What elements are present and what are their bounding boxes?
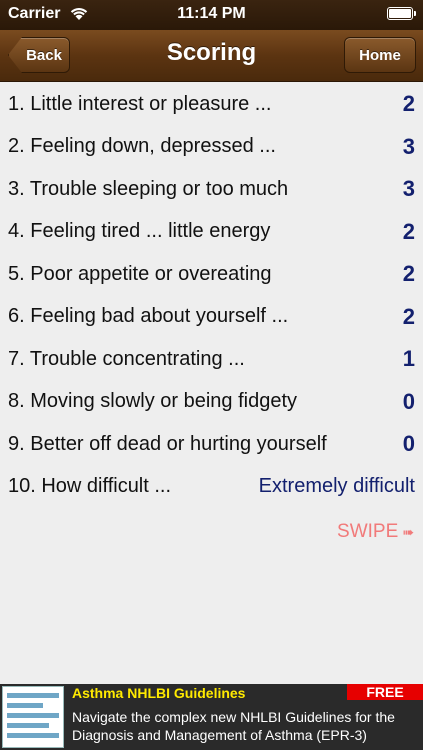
question-label: 9. Better off dead or hurting yourself (8, 432, 327, 455)
score-row: 4. Feeling tired ... little energy 2 (0, 211, 423, 254)
score-value: 2 (402, 261, 415, 287)
thumbnail-row (7, 703, 43, 708)
ad-banner[interactable]: Asthma NHLBI Guidelines FREE Navigate th… (0, 684, 423, 750)
question-label: 2. Feeling down, depressed ... (8, 135, 276, 158)
score-value: 0 (402, 431, 415, 457)
score-value: 2 (402, 303, 415, 329)
swipe-hint[interactable]: SWIPE ➠ (337, 521, 414, 543)
question-label: 5. Poor appetite or overeating (8, 262, 272, 285)
navigation-bar: Back Scoring Home (0, 30, 423, 82)
arrow-right-icon: ➠ (402, 523, 414, 540)
score-value: 2 (402, 218, 415, 244)
swipe-label: SWIPE (337, 521, 399, 542)
question-label: 6. Feeling bad about yourself ... (8, 305, 289, 328)
status-bar: Carrier 11:14 PM (0, 0, 423, 30)
score-row: 7. Trouble concentrating ... 1 (0, 338, 423, 381)
status-time: 11:14 PM (177, 5, 246, 22)
score-row: 10. How difficult ... Extremely difficul… (0, 466, 423, 509)
ad-thumbnail-image (2, 686, 64, 748)
score-list: 1. Little interest or pleasure ... 2 2. … (0, 83, 423, 508)
question-label: 3. Trouble sleeping or too much (8, 177, 289, 200)
thumbnail-row (7, 693, 59, 698)
ad-title: Asthma NHLBI Guidelines (72, 685, 246, 701)
score-value: 0 (402, 388, 415, 414)
score-value: 1 (402, 346, 415, 372)
thumbnail-row (7, 733, 59, 738)
question-label: 7. Trouble concentrating ... (8, 347, 245, 370)
score-row: 5. Poor appetite or overeating 2 (0, 253, 423, 296)
home-button[interactable]: Home (344, 37, 416, 73)
score-row: 6. Feeling bad about yourself ... 2 (0, 296, 423, 339)
battery-icon (387, 7, 416, 20)
question-label: 1. Little interest or pleasure ... (8, 92, 272, 115)
question-label: 10. How difficult ... (8, 475, 172, 498)
score-row: 9. Better off dead or hurting yourself 0 (0, 423, 423, 466)
score-value: 3 (402, 176, 415, 202)
score-row: 1. Little interest or pleasure ... 2 (0, 83, 423, 126)
free-badge: FREE (347, 684, 423, 700)
thumbnail-row (7, 713, 59, 718)
score-row: 8. Moving slowly or being fidgety 0 (0, 381, 423, 424)
score-value: 2 (402, 91, 415, 117)
thumbnail-row (7, 723, 49, 728)
score-value: 3 (402, 133, 415, 159)
question-label: 8. Moving slowly or being fidgety (8, 390, 298, 413)
score-row: 3. Trouble sleeping or too much 3 (0, 168, 423, 211)
difficulty-value: Extremely difficult (258, 475, 415, 498)
score-row: 2. Feeling down, depressed ... 3 (0, 126, 423, 169)
ad-description: Navigate the complex new NHLBI Guideline… (72, 709, 395, 743)
question-label: 4. Feeling tired ... little energy (8, 220, 271, 243)
battery-fill (389, 9, 411, 18)
